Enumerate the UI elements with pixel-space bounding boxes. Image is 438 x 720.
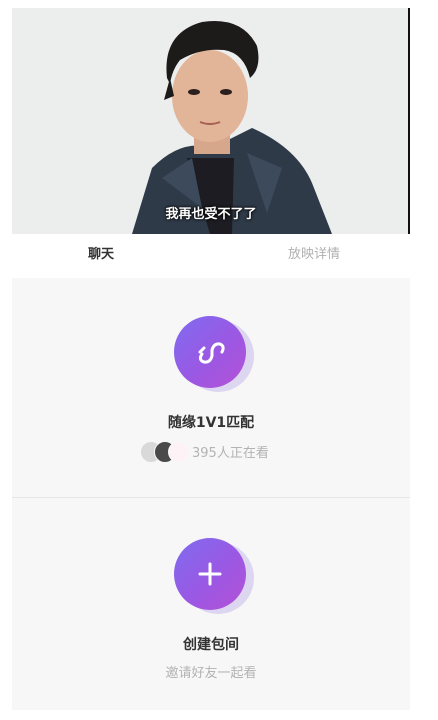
random-match-title: 随缘1V1匹配	[167, 415, 255, 431]
tab-chat[interactable]: 聊天	[88, 236, 114, 274]
video-frame-image	[12, 8, 410, 234]
create-room-button-wrap	[174, 538, 256, 616]
viewer-count-row: 395人正在看	[138, 440, 269, 463]
random-match-button-wrap	[174, 316, 256, 394]
room-options-panel: 随缘1V1匹配 395人正在看 创建包间 邀请好友一起看	[12, 278, 410, 710]
tab-bar: 聊天 放映详情	[12, 236, 410, 274]
section-divider	[12, 497, 410, 498]
video-player[interactable]: 我再也受不了了	[12, 8, 410, 234]
video-subtitle: 我再也受不了了	[165, 207, 257, 222]
infinity-icon	[198, 342, 225, 364]
plus-icon	[198, 562, 222, 586]
viewer-avatars	[138, 440, 190, 463]
create-room-subtitle: 邀请好友一起看	[165, 666, 257, 681]
avatar	[168, 441, 190, 463]
viewer-count-text: 395人正在看	[192, 445, 269, 461]
random-match-button[interactable]	[174, 316, 246, 388]
tab-screening-details[interactable]: 放映详情	[288, 236, 340, 274]
create-room-button[interactable]	[174, 538, 246, 610]
create-room-title: 创建包间	[183, 637, 239, 653]
